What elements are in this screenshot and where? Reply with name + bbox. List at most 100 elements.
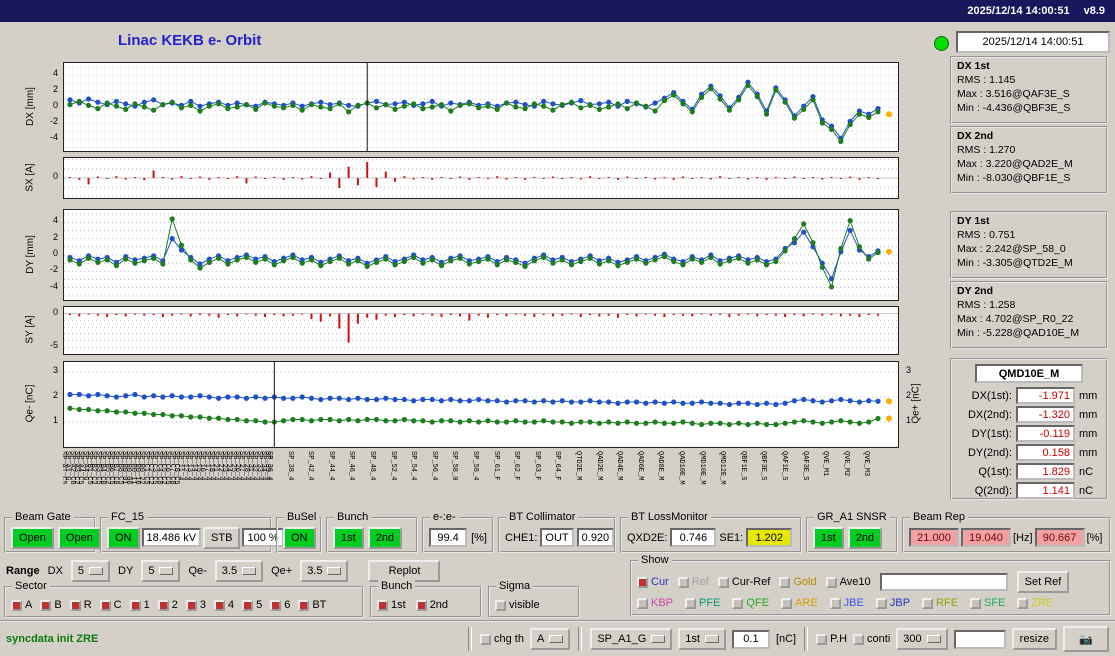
show-qfe-checkbox[interactable]: QFE [732,597,769,609]
sector-select[interactable]: A [529,628,571,650]
x-axis-label: QTD2E_M [574,451,582,481]
fc15-on-button[interactable]: ON [107,526,140,549]
beam-gate-open-2-button[interactable]: Open [57,526,101,549]
checkbox[interactable] [875,597,887,609]
checkbox[interactable] [298,599,310,611]
show-are-checkbox[interactable]: ARE [781,597,818,609]
dropdown-tab-icon [242,567,257,575]
show-cur-checkbox[interactable]: Cur [637,576,669,588]
replot-button[interactable]: Replot [368,560,441,582]
beam-rep-group: Beam Rep 21.000 19.040 [Hz] 90.667 [%] [902,511,1111,553]
show-rfe-checkbox[interactable]: RFE [922,597,958,609]
checkbox[interactable] [157,599,169,611]
busel-on-button[interactable]: ON [283,526,316,549]
checkbox[interactable] [185,599,197,611]
blank-field[interactable] [953,629,1006,649]
checkbox[interactable] [825,576,837,588]
sector-2-checkbox[interactable]: 2 [157,599,178,611]
bunch-select[interactable]: 1st [678,628,726,650]
sector-3-checkbox[interactable]: 3 [185,599,206,611]
show-jbe-checkbox[interactable]: JBE [829,597,864,609]
sector-a-checkbox[interactable]: A [11,599,32,611]
checkbox-label: Gold [793,576,817,588]
checkbox[interactable] [1017,597,1029,609]
checkbox[interactable] [677,576,689,588]
show-jbp-checkbox[interactable]: JBP [875,597,910,609]
checkbox-label: Cur-Ref [731,576,771,588]
bunch-1st-button[interactable]: 1st [333,526,364,549]
checkbox[interactable] [495,599,506,611]
checkbox[interactable] [717,576,729,588]
sector-r-checkbox[interactable]: R [69,599,92,611]
checkbox[interactable] [732,597,744,609]
bpm-select[interactable]: SP_A1_G [590,628,673,650]
conti-checkbox[interactable]: conti [853,633,890,645]
range-dx-select[interactable]: 5 [70,560,111,582]
checkbox[interactable] [480,633,492,645]
range-dy-select[interactable]: 5 [141,560,181,582]
x-axis-label: QVE_M3 [862,451,871,477]
checkbox[interactable] [377,599,388,611]
show-sfe-checkbox[interactable]: SFE [970,597,1005,609]
chg-th-label: chg th [494,633,524,645]
interval-select[interactable]: 300 [896,628,948,650]
checkbox[interactable] [40,599,52,611]
checkbox[interactable] [781,597,793,609]
sigma-visible-checkbox[interactable]: visible [495,599,540,611]
checkbox[interactable] [69,599,81,611]
x-axis-label: QAD10E_M [677,451,685,485]
checkbox[interactable] [242,599,254,611]
sector-c-checkbox[interactable]: C [99,599,122,611]
bunch-2nd-button[interactable]: 2nd [367,526,403,549]
bunch-1st-checkbox[interactable]: 1st [377,599,406,611]
set-ref-input[interactable] [879,573,1008,591]
checkbox[interactable] [637,576,648,588]
checkbox[interactable] [415,599,427,611]
ph-checkbox[interactable]: P.H [816,633,847,645]
checkbox[interactable] [685,597,697,609]
sector-bt-checkbox[interactable]: BT [298,599,326,611]
resize-button[interactable]: resize [1011,628,1057,650]
threshold-value[interactable]: 0.1 [731,629,770,649]
sector-4-checkbox[interactable]: 4 [213,599,234,611]
checkbox[interactable] [129,599,141,611]
show-cur-ref-checkbox[interactable]: Cur-Ref [717,576,771,588]
checkbox[interactable] [829,597,841,609]
conti-label: conti [867,633,891,645]
screenshot-button[interactable]: 📷 [1063,626,1109,652]
show-pfe-checkbox[interactable]: PFE [685,597,720,609]
bunch-2nd-checkbox[interactable]: 2nd [415,599,448,611]
range-qe-plus-select[interactable]: 3.5 [300,560,349,582]
chg-th-checkbox[interactable]: chg th [480,633,524,645]
bt-collimator-group: BT Collimator CHE1: OUT 0.920 [498,511,616,553]
fc15-stb-button[interactable]: STB [203,526,241,549]
qmd-row: DY(2nd): 0.158 mm [956,443,1102,462]
checkbox[interactable] [270,599,282,611]
show-ref-checkbox[interactable]: Ref [677,576,709,588]
checkbox[interactable] [213,599,225,611]
checkbox[interactable] [970,597,982,609]
show-ave10-checkbox[interactable]: Ave10 [825,576,871,588]
checkbox[interactable] [779,576,791,588]
qmd-title[interactable]: QMD10E_M [975,364,1083,383]
gr-a1-1st-button[interactable]: 1st [813,526,844,549]
sector-5-checkbox[interactable]: 5 [242,599,262,611]
checkbox[interactable] [11,599,22,611]
sector-6-checkbox[interactable]: 6 [270,599,290,611]
show-zre-checkbox[interactable]: ZRE [1017,597,1053,609]
checkbox[interactable] [816,633,828,645]
sector-b-checkbox[interactable]: B [40,599,62,611]
gr-a1-2nd-button[interactable]: 2nd [847,526,883,549]
show-kbp-checkbox[interactable]: KBP [637,597,673,609]
checkbox[interactable] [637,597,648,609]
checkbox[interactable] [922,597,934,609]
set-ref-button[interactable]: Set Ref [1016,571,1070,593]
checkbox[interactable] [853,633,865,645]
stats-dy-2nd: DY 2nd RMS : 1.258 Max : 4.702@SP_R0_22 … [950,281,1108,349]
show-group: Show Cur Ref Cur-Ref Gold Ave10 Set Ref KBP P… [630,554,1111,616]
checkbox[interactable] [99,599,111,611]
show-gold-checkbox[interactable]: Gold [779,576,817,588]
sector-1-checkbox[interactable]: 1 [129,599,150,611]
beam-gate-open-1-button[interactable]: Open [11,526,54,549]
range-qe-minus-select[interactable]: 3.5 [214,560,264,582]
